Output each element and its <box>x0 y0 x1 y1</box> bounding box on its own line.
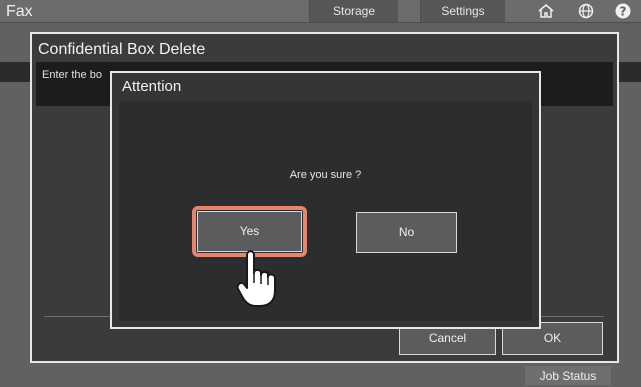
attention-title: Attention <box>122 78 182 95</box>
no-button[interactable]: No <box>356 212 457 253</box>
globe-icon[interactable] <box>577 3 595 19</box>
attention-body: Are you sure ? Yes No <box>119 101 532 321</box>
tab-settings[interactable]: Settings <box>420 0 505 22</box>
job-status-button[interactable]: Job Status <box>525 366 611 385</box>
help-icon[interactable]: ? <box>614 3 632 19</box>
yes-button[interactable]: Yes <box>197 211 302 252</box>
tab-storage[interactable]: Storage <box>309 0 398 22</box>
attention-dialog: Attention Are you sure ? Yes No <box>110 71 541 329</box>
prompt-text: Enter the bo <box>42 69 102 81</box>
app-title: Fax <box>6 3 33 20</box>
svg-text:?: ? <box>620 5 627 19</box>
confirm-message: Are you sure ? <box>289 169 362 181</box>
top-bar: Fax Storage Settings ? <box>0 0 641 23</box>
pointing-hand-icon <box>235 247 281 309</box>
home-icon[interactable] <box>537 3 555 19</box>
dialog-title: Confidential Box Delete <box>38 41 206 58</box>
